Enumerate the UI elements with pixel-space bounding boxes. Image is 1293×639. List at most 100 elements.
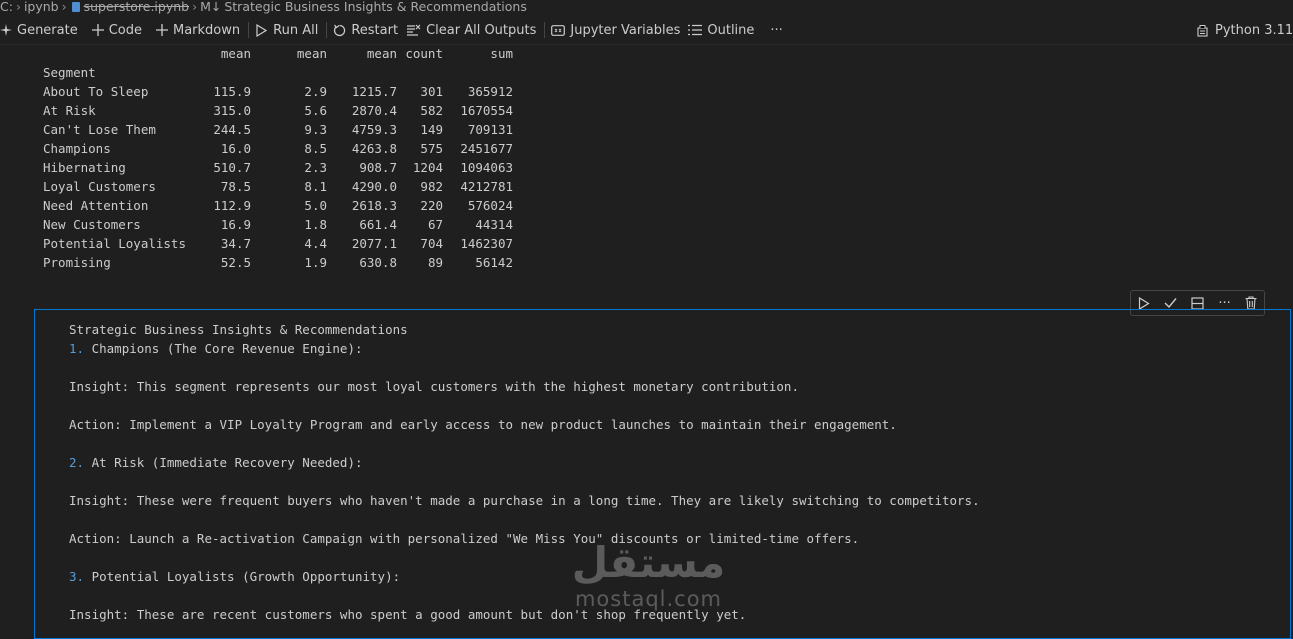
markdown-line [69,434,980,453]
table-cell: 2.3 [304,160,327,175]
breadcrumb-section[interactable]: Strategic Business Insights & Recommenda… [221,0,526,14]
kernel-picker[interactable]: Python 3.11.9 [1196,16,1293,44]
table-cell: 1.9 [304,255,327,270]
table-cell: 576024 [467,198,513,213]
table-cell: 4.4 [304,236,327,251]
watermark-arabic: مستقل [571,538,726,587]
table-row: New Customers 16.9 1.8 661.4 67 44314 [43,215,513,234]
table-cell: 1204 [412,160,443,175]
run-all-button[interactable]: Run All [255,16,326,44]
segment-name: Potential Loyalists [43,236,186,251]
table-cell: 4212781 [460,179,513,194]
column-header: mean [366,46,397,61]
breadcrumb-file[interactable]: superstore.ipynb [84,0,189,14]
table-cell: 301 [420,84,443,99]
delete-cell-button[interactable] [1245,296,1257,310]
generate-label: Generate [17,22,78,38]
breadcrumb-drive[interactable]: C: [0,0,13,14]
markdown-cell-content[interactable]: Strategic Business Insights & Recommenda… [69,320,980,624]
notebook-toolbar: Generate Code Markdown Run All Restart C… [0,16,1293,45]
table-cell: 16.0 [220,141,251,156]
toolbar-divider [326,22,328,38]
table-cell: 16.9 [220,217,251,232]
table-body: About To Sleep 115.9 2.9 1215.7 301 365912 At … [43,82,513,272]
index-name: Segment [43,65,96,80]
table-cell: 5.6 [304,103,327,118]
more-actions-button[interactable]: ··· [762,16,790,44]
outline-icon [688,24,703,36]
table-cell: 1462307 [460,236,513,251]
table-cell: 365912 [467,84,513,99]
table-cell: 220 [420,198,443,213]
breadcrumb-folder[interactable]: ipynb [24,0,59,14]
table-row: Potential Loyalists 34.7 4.4 2077.1 704 14623… [43,234,513,253]
generate-button[interactable]: Generate [0,16,86,44]
chevron-right-icon: › [61,0,67,14]
table-row: About To Sleep 115.9 2.9 1215.7 301 365912 [43,82,513,101]
table-header-row: mean mean mean count sum [43,44,513,63]
markdown-line: Action: Implement a VIP Loyalty Program … [69,415,980,434]
markdown-line [69,548,980,567]
line-text: Action: Implement a VIP Loyalty Program … [69,417,897,432]
restart-button[interactable]: Restart [333,16,406,44]
table-cell: 2618.3 [351,198,397,213]
plus-icon [91,24,104,36]
table-cell: 5.0 [304,198,327,213]
index-name-row: Segment [43,63,96,82]
jupyter-variables-button[interactable]: Jupyter Variables [551,16,688,44]
watermark-latin: mostaql.com [574,587,723,611]
markdown-title: Strategic Business Insights & Recommenda… [69,322,408,337]
split-cell-button[interactable] [1191,296,1204,310]
segment-name: Hibernating [43,160,126,175]
line-text: Potential Loyalists (Growth Opportunity)… [84,569,401,584]
outline-label: Outline [707,22,755,38]
notebook-file-icon [71,2,80,12]
table-cell: 575 [420,141,443,156]
kernel-icon [1197,24,1208,37]
markdown-line: 2. At Risk (Immediate Recovery Needed): [69,453,980,472]
column-header: sum [490,46,513,61]
table-row: At Risk 315.0 5.6 2870.4 582 1670554 [43,101,513,120]
markdown-line [69,510,980,529]
run-all-icon [256,23,268,37]
table-cell: 704 [420,236,443,251]
chevron-right-icon: › [192,0,198,14]
line-text: At Risk (Immediate Recovery Needed): [84,455,363,470]
markdown-icon: M↓ [200,0,222,14]
kernel-label: Python 3.11.9 [1215,22,1293,38]
table-row: Champions 16.0 8.5 4263.8 575 2451677 [43,139,513,158]
table-row: Loyal Customers 78.5 8.1 4290.0 982 4212781 [43,177,513,196]
table-cell: 44314 [475,217,513,232]
run-all-label: Run All [273,22,319,38]
clear-all-outputs-label: Clear All Outputs [426,22,537,38]
segment-name: Loyal Customers [43,179,156,194]
table-cell: 582 [420,103,443,118]
markdown-line [69,472,980,491]
table-row: Can't Lose Them 244.5 9.3 4759.3 149 709131 [43,120,513,139]
table-cell: 4290.0 [351,179,397,194]
table-row: Need Attention 112.9 5.0 2618.3 220 576024 [43,196,513,215]
add-markdown-cell-button[interactable]: Markdown [150,16,248,44]
line-text: Action: Launch a Re-activation Campaign … [69,531,860,546]
split-cell-icon [1191,296,1204,310]
stop-editing-button[interactable] [1164,297,1177,309]
line-text: Champions (The Core Revenue Engine): [84,341,363,356]
markdown-label: Markdown [173,22,241,38]
add-code-cell-button[interactable]: Code [86,16,150,44]
toolbar-divider [248,22,250,38]
table-cell: 67 [427,217,443,232]
outline-button[interactable]: Outline [688,16,762,44]
run-cell-button[interactable] [1138,296,1150,310]
play-icon [1138,296,1150,310]
table-cell: 112.9 [213,198,251,213]
segment-name: Can't Lose Them [43,122,156,137]
table-row: Promising 52.5 1.9 630.8 89 56142 [43,253,513,272]
segment-name: Promising [43,255,111,270]
segment-name: Champions [43,141,111,156]
plus-icon [156,24,168,36]
chevron-right-icon: › [15,0,21,14]
table-cell: 2870.4 [351,103,397,118]
clear-all-outputs-button[interactable]: Clear All Outputs [406,16,544,44]
table-cell: 9.3 [304,122,327,137]
list-number: 3. [69,569,85,584]
